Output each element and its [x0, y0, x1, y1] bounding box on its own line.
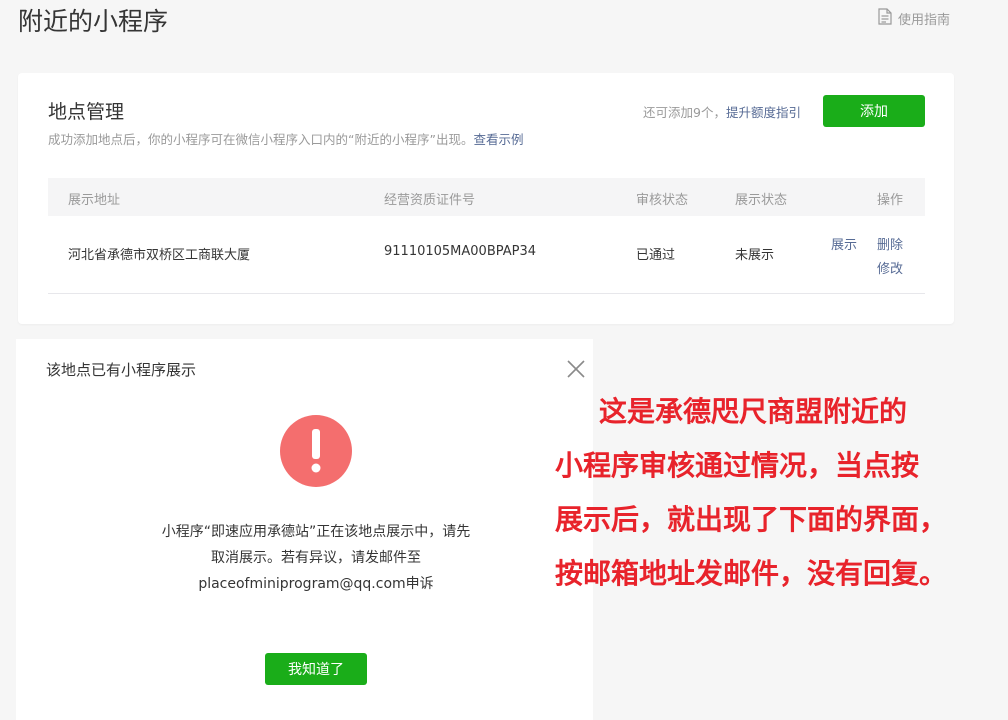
- quota-info: 还可添加9个，提升额度指引: [643, 102, 801, 121]
- red-annotation: 这是承德咫尺商盟附近的 小程序审核通过情况，当点按 展示后，就出现了下面的界面，…: [555, 385, 1005, 601]
- dialog-title: 该地点已有小程序展示: [46, 361, 197, 379]
- add-location-button[interactable]: 添加: [823, 95, 925, 127]
- table-row: 河北省承德市双桥区工商联大厦 91110105MA00BPAP34 已通过 未展…: [48, 216, 925, 294]
- card-description: 成功添加地点后，你的小程序可在微信小程序入口内的“附近的小程序”出现。查看示例: [48, 129, 523, 148]
- message-line: placeofminiprogram@qq.com申诉: [198, 576, 434, 592]
- cell-review-status: 已通过: [636, 248, 676, 263]
- column-review-status: 审核状态: [636, 193, 689, 208]
- document-icon: [878, 8, 892, 29]
- annotation-line: 展示后，就出现了下面的界面，: [555, 503, 948, 536]
- description-text: 成功添加地点后，你的小程序可在微信小程序入口内的“附近的小程序”出现。: [48, 132, 474, 147]
- location-management-card: 地点管理 成功添加地点后，你的小程序可在微信小程序入口内的“附近的小程序”出现。…: [18, 73, 954, 324]
- page-title: 附近的小程序: [18, 7, 169, 36]
- annotation-line: 小程序审核通过情况，当点按: [555, 449, 920, 482]
- close-icon[interactable]: [566, 359, 586, 379]
- column-actions: 操作: [877, 193, 904, 208]
- column-license: 经营资质证件号: [384, 193, 476, 208]
- exclamation-circle-icon: [280, 415, 352, 487]
- table-header: 展示地址 经营资质证件号 审核状态 展示状态 操作: [48, 178, 925, 216]
- dialog-message: 小程序“即速应用承德站”正在该地点展示中，请先 取消展示。若有异议，请发邮件至 …: [86, 519, 546, 597]
- card-title: 地点管理: [48, 101, 125, 123]
- quota-text: 还可添加9个，: [643, 105, 726, 120]
- column-display-status: 展示状态: [735, 193, 788, 208]
- annotation-line: 这是承德咫尺商盟附近的: [599, 395, 908, 428]
- view-example-link[interactable]: 查看示例: [473, 132, 523, 147]
- location-occupied-dialog: 该地点已有小程序展示 小程序“即速应用承德站”正在该地点展示中，请先 取消展示。…: [16, 339, 593, 720]
- guide-label: 使用指南: [898, 13, 951, 28]
- delete-action-link[interactable]: 删除: [877, 234, 903, 253]
- cell-address: 河北省承德市双桥区工商联大厦: [68, 248, 251, 263]
- cell-license: 91110105MA00BPAP34: [384, 244, 537, 259]
- annotation-line: 按邮箱地址发邮件，没有回复。: [555, 557, 948, 590]
- edit-action-link[interactable]: 修改: [877, 258, 903, 277]
- show-action-link[interactable]: 展示: [831, 234, 857, 253]
- quota-guide-link[interactable]: 提升额度指引: [726, 105, 801, 120]
- acknowledge-button[interactable]: 我知道了: [265, 653, 367, 685]
- guide-link[interactable]: 使用指南: [878, 8, 950, 29]
- message-line: 小程序“即速应用承德站”正在该地点展示中，请先: [161, 524, 471, 540]
- cell-display-status: 未展示: [735, 248, 775, 263]
- column-address: 展示地址: [68, 193, 121, 208]
- message-line: 取消展示。若有异议，请发邮件至: [211, 550, 421, 566]
